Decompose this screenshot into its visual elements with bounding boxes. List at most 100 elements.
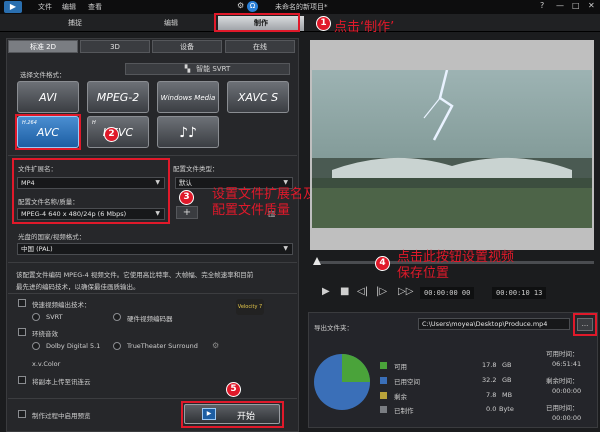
next-frame-icon[interactable]: |▷ [376,286,387,297]
remaining-time-label: 剩余时间： [546,377,579,385]
legend-produced-value: 0.0 [486,405,497,413]
format-xavcs-button[interactable]: XAVC S [227,81,289,113]
legend-remaining-swatch [380,392,387,399]
legend-produced-label: 已制作 [394,407,414,415]
svrt-radio-label: SVRT [46,313,63,321]
description-line-1: 该配置文件编码 MPEG-4 视频文件。它使用高比特率、大帧幅、完全帧速率和目前 [16,271,254,279]
annotation-box-4 [573,313,597,336]
legend-available-value: 17.8 [482,361,497,369]
profile-type-label: 配置文件类型： [173,165,219,173]
current-time: 00:00:00 00 [420,287,475,299]
annotation-box-1 [214,13,300,32]
legend-remaining-value: 7.8 [486,391,497,399]
format-wmv-button[interactable]: Windows Media [157,81,219,113]
remaining-time-value: 00:00:00 [552,387,582,395]
stop-icon[interactable]: ■ [340,286,349,297]
annotation-badge-3: 3 [179,190,194,205]
settings-gear-icon[interactable]: ⚙ [237,1,244,10]
title-bar: ▶ 文件 编辑 查看 ⚙ Ω 未命名的新项目* ? — □ ✕ [0,0,600,14]
country-dropdown[interactable]: 中国 (PAL) ▼ [17,243,293,255]
elapsed-time-label: 已用时间： [546,404,579,412]
subtab-device[interactable]: 设备 [152,40,222,53]
legend-produced-unit: Byte [499,405,514,413]
legend-available-swatch [380,362,387,369]
country-label: 光盘的国家/视频格式： [18,233,86,241]
format-mpeg2-button[interactable]: MPEG-2 [87,81,149,113]
video-preview [312,70,592,228]
menu-file[interactable]: 文件 [38,2,52,12]
truetheater-radio[interactable] [113,342,121,350]
prev-frame-icon[interactable]: ◁| [357,286,368,297]
annotation-badge-4: 4 [375,256,390,271]
legend-used-unit: GB [502,376,512,384]
smart-svrt-label: 智能 SVRT [196,65,231,73]
hw-accel-label: 快速视频编出技术： [32,301,91,309]
upload-checkbox[interactable] [18,376,26,384]
legend-remaining-label: 剩余 [394,393,407,401]
truetheater-label: TrueTheater Surround [127,342,198,350]
dolby-label: Dolby Digital 5.1 [46,342,101,350]
upload-label: 将副本上传至讯连云 [32,378,91,386]
hw-encoder-label: 硬件视频编码器 [127,315,173,323]
format-audio-button[interactable]: ♪♪ [157,116,219,148]
surround-checkbox[interactable] [18,328,26,336]
minimize-button[interactable]: — [556,1,564,10]
help-button[interactable]: ? [540,1,544,10]
surround-label: 环绕音效 [32,330,58,338]
smart-svrt-button[interactable]: ▚ 智能 SVRT [125,63,290,75]
annotation-text-4b: 保存位置 [397,266,450,281]
legend-used-label: 已用空间 [394,378,420,386]
description-line-2: 最先进的编码技术，以确保最佳画质输出。 [16,283,140,291]
annotation-badge-1: 1 [316,16,331,31]
svrt-icon: ▚ [184,65,191,73]
subtab-online[interactable]: 在线 [225,40,295,53]
hevc-prefix: H [92,120,96,126]
country-value: 中国 (PAL) [21,245,53,253]
dolby-radio[interactable] [32,342,40,350]
hw-accel-checkbox[interactable] [18,299,26,307]
legend-remaining-unit: MB [502,391,513,399]
legend-produced-swatch [380,406,387,413]
cloud-account-icon[interactable]: Ω [247,1,258,12]
timeline-handle-icon[interactable] [313,257,321,265]
total-time: 00:00:10 13 [492,287,547,299]
close-button[interactable]: ✕ [588,1,595,10]
subtab-standard-2d[interactable]: 标准 2D [8,40,78,53]
fast-forward-icon[interactable]: ▷▷ [398,286,413,297]
subtab-3d[interactable]: 3D [80,40,150,53]
annotation-box-3 [12,158,170,224]
preview-checkbox[interactable] [18,410,26,418]
tab-edit[interactable]: 编辑 [128,16,214,31]
disk-space-pie-chart [314,354,370,410]
hw-encoder-radio[interactable] [113,313,121,321]
add-profile-button[interactable]: + [176,206,198,219]
legend-used-swatch [380,377,387,384]
available-time-label: 可用时间： [546,350,579,358]
play-icon[interactable]: ▶ [322,286,330,297]
maximize-button[interactable]: □ [572,1,580,10]
format-label: 选择文件格式： [20,71,66,79]
elapsed-time-value: 00:00:00 [552,414,582,422]
divider [8,155,297,156]
annotation-box-5 [181,401,284,428]
annotation-text-3b: 配置文件质量 [212,203,291,218]
export-folder-label: 导出文件夹： [314,324,353,332]
tab-capture[interactable]: 捕捉 [32,16,118,31]
menu-view[interactable]: 查看 [88,2,102,12]
preview-label: 制作过程中启用预览 [32,412,91,420]
truetheater-settings-icon[interactable]: ⚙ [212,341,219,350]
export-path-field[interactable]: C:\Users\moyea\Desktop\Produce.mp4 [418,318,570,330]
velocity-logo-icon: Velocity 7 [236,299,264,315]
menu-edit[interactable]: 编辑 [62,2,76,12]
annotation-badge-2: 2 [104,127,119,142]
profile-type-value: 默认 [179,179,192,187]
annotation-text-1: 点击‘制作’ [334,20,395,35]
svrt-radio[interactable] [32,313,40,321]
annotation-badge-5: 5 [226,382,241,397]
legend-available-unit: GB [502,361,512,369]
xvcolor-label: x.v.Color [32,360,61,368]
annotation-box-2 [15,114,81,150]
description-box: 该配置文件编码 MPEG-4 视频文件。它使用高比特率、大帧幅、完全帧速率和目前… [8,262,297,294]
window-title: 未命名的新项目* [275,3,328,11]
legend-available-label: 可用 [394,363,407,371]
